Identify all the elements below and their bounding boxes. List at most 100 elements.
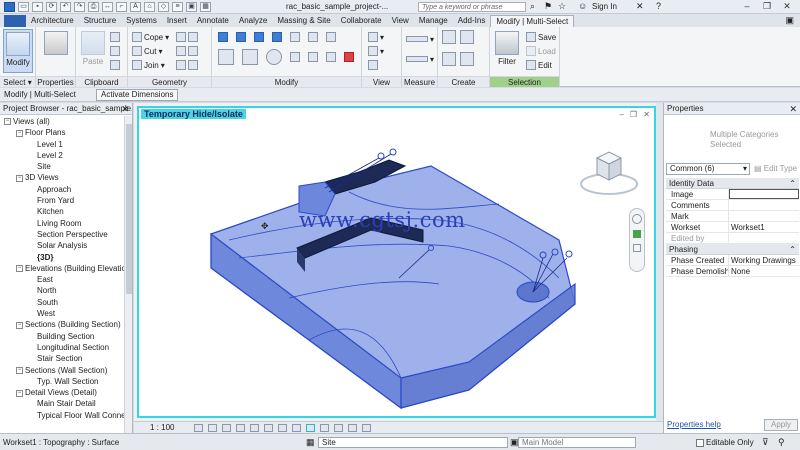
tree-node[interactable]: Typical Floor Wall Connection — [0, 410, 124, 421]
mirror-draw-icon[interactable] — [272, 32, 282, 42]
filter-icon[interactable]: ⊽ — [762, 437, 769, 448]
file-tab[interactable] — [4, 15, 26, 27]
modify-button[interactable]: Modify — [3, 29, 33, 73]
tree-toggle-icon[interactable]: − — [4, 118, 11, 126]
tab-structure[interactable]: Structure — [79, 15, 121, 27]
redo-icon[interactable]: ↷ — [74, 1, 85, 12]
select-links-icon[interactable]: ⚲ — [778, 437, 785, 448]
scale-icon[interactable] — [326, 52, 336, 62]
tab-insert[interactable]: Insert — [162, 15, 192, 27]
trim-icon[interactable] — [290, 52, 300, 62]
property-value[interactable]: Working Drawings — [729, 255, 799, 265]
topography-model[interactable]: ✥ — [139, 108, 654, 416]
load-selection-button[interactable]: Load — [526, 45, 556, 57]
tab-modify-multi-select[interactable]: Modify | Multi-Select — [490, 15, 575, 27]
tab-manage[interactable]: Manage — [414, 15, 453, 27]
linework-button[interactable] — [368, 59, 378, 71]
remove-paint-button[interactable] — [176, 59, 198, 71]
tab-view[interactable]: View — [387, 15, 414, 27]
tree-node[interactable]: Section Perspective — [0, 229, 124, 240]
tree-node[interactable]: −3D Views — [0, 172, 124, 183]
restore-button[interactable]: ❐ — [760, 1, 774, 12]
thin-lines-icon[interactable]: ≡ — [172, 1, 183, 12]
cut-clipboard-button[interactable] — [110, 45, 120, 57]
tree-toggle-icon[interactable]: − — [16, 174, 23, 182]
property-value[interactable] — [729, 189, 799, 199]
tree-node[interactable]: North — [0, 285, 124, 296]
undo-icon[interactable]: ↶ — [60, 1, 71, 12]
match-type-button[interactable] — [110, 59, 120, 71]
tree-node[interactable]: Main Stair Detail — [0, 398, 124, 409]
tree-node[interactable]: Longitudinal Section — [0, 342, 124, 353]
copy-element-icon[interactable] — [242, 49, 258, 65]
drawing-viewport[interactable]: Temporary Hide/Isolate – ❐ ✕ ✥ www.cgtsj… — [134, 103, 663, 421]
exchange-icon[interactable]: ✕ — [636, 1, 644, 12]
design-option-selector[interactable]: Main Model — [518, 437, 636, 448]
tab-architecture[interactable]: Architecture — [26, 15, 79, 27]
close-icon[interactable]: ✕ — [789, 104, 797, 115]
copy-clipboard-button[interactable] — [110, 31, 120, 43]
property-value[interactable] — [729, 211, 799, 221]
3d-view-icon[interactable]: ⌂ — [144, 1, 155, 12]
tree-node[interactable]: Site — [0, 161, 124, 172]
project-browser-scrollbar[interactable] — [124, 116, 132, 433]
cut-geometry-button[interactable]: Cut ▾ — [132, 45, 162, 57]
scrollbar-thumb[interactable] — [126, 124, 132, 294]
revit-app-icon[interactable] — [4, 1, 15, 12]
save-icon[interactable]: ▪ — [32, 1, 43, 12]
measure-button[interactable]: ▾ — [406, 33, 434, 45]
editable-only-toggle[interactable]: Editable Only — [696, 438, 754, 447]
tree-node[interactable]: West — [0, 308, 124, 319]
create-group-icon[interactable] — [442, 52, 456, 66]
crop-region-icon[interactable] — [278, 424, 287, 432]
move-icon[interactable] — [218, 49, 234, 65]
sync-icon[interactable]: ⟳ — [46, 1, 57, 12]
section-icon[interactable]: ◇ — [158, 1, 169, 12]
minimize-button[interactable]: – — [740, 1, 754, 12]
hide-in-view-button[interactable]: ▾ — [368, 31, 384, 43]
ribbon-toggle-icon[interactable]: ▣ — [785, 15, 794, 26]
tree-toggle-icon[interactable]: − — [16, 366, 23, 374]
split-face-button[interactable] — [176, 31, 198, 43]
tree-node[interactable]: Approach — [0, 184, 124, 195]
tree-toggle-icon[interactable]: − — [16, 321, 23, 329]
tree-symbol[interactable] — [565, 250, 573, 258]
print-icon[interactable]: ⎙ — [88, 1, 99, 12]
search-icon[interactable]: ⌕ — [530, 1, 535, 12]
visual-style-icon[interactable] — [208, 424, 217, 432]
zoom-icon[interactable] — [633, 230, 641, 238]
open-icon[interactable]: ▭ — [18, 1, 29, 12]
tree-node[interactable]: Level 1 — [0, 139, 124, 150]
view-scale[interactable]: 1 : 100 — [150, 423, 174, 432]
analytical-model-icon[interactable] — [348, 424, 357, 432]
wall-joins-button[interactable] — [176, 45, 198, 57]
crop-view-icon[interactable] — [264, 424, 273, 432]
reveal-hidden-icon[interactable] — [320, 424, 329, 432]
split-icon[interactable] — [290, 32, 300, 42]
properties-button[interactable] — [41, 29, 71, 73]
sun-path-icon[interactable] — [222, 424, 231, 432]
tab-analyze[interactable]: Analyze — [234, 15, 272, 27]
create-similar-icon[interactable] — [460, 52, 474, 66]
close-button[interactable]: ✕ — [780, 1, 794, 12]
tree-node[interactable]: Living Room — [0, 218, 124, 229]
tree-symbol[interactable] — [389, 148, 397, 156]
override-graphics-button[interactable]: ▾ — [368, 45, 384, 57]
type-selector[interactable]: Common (6) ▾ — [666, 163, 750, 175]
tree-node[interactable]: From Yard — [0, 195, 124, 206]
array-icon[interactable] — [308, 52, 318, 62]
switch-windows-icon[interactable]: ▦ — [200, 1, 211, 12]
paste-button[interactable]: Paste — [78, 29, 108, 73]
offset-icon[interactable] — [236, 32, 246, 42]
property-group-header[interactable]: Phasing ⌃ — [666, 244, 799, 255]
steering-wheel-icon[interactable] — [632, 214, 642, 224]
worksets-icon[interactable]: ▦ — [306, 437, 315, 448]
active-view-selector[interactable]: Site — [318, 437, 508, 448]
aligned-dimension-button[interactable]: ▾ — [406, 53, 434, 65]
tab-annotate[interactable]: Annotate — [192, 15, 234, 27]
save-selection-button[interactable]: Save — [526, 31, 556, 43]
delete-icon[interactable] — [344, 52, 354, 62]
tab-systems[interactable]: Systems — [121, 15, 162, 27]
help-icon[interactable]: ? — [656, 1, 661, 11]
tab-add-ins[interactable]: Add-Ins — [453, 15, 491, 27]
